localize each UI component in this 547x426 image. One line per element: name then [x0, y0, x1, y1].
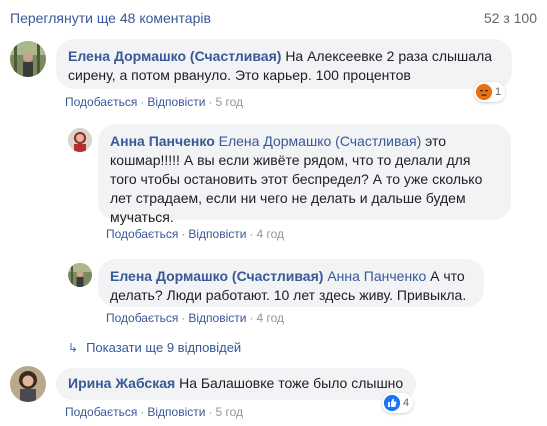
reply-link[interactable]: Відповісти — [147, 405, 205, 419]
reaction-count: 1 — [495, 86, 502, 98]
angry-icon — [476, 84, 492, 100]
reply-link[interactable]: Відповісти — [188, 227, 246, 241]
comment-text: На Балашовке тоже было слышно — [179, 375, 404, 391]
comment-bubble: Анна Панченко Елена Дормашко (Счастливая… — [98, 124, 511, 225]
comment-actions: Подобається · Відповісти · 5 год — [65, 95, 243, 109]
comment-bubble: Елена Дормашко (Счастливая) Анна Панченк… — [98, 259, 484, 307]
comment-actions: Подобається · Відповісти · 4 год — [106, 311, 284, 325]
comment-actions: Подобається · Відповісти · 4 год — [106, 227, 284, 241]
like-icon — [384, 395, 400, 411]
comment-author[interactable]: Елена Дормашко (Счастливая) — [68, 48, 281, 64]
avatar[interactable] — [68, 263, 92, 287]
comments-header: Переглянути ще 48 коментарів 52 з 100 — [10, 10, 537, 32]
timestamp[interactable]: 5 год — [215, 95, 243, 109]
reply-arrow-icon: ↳ — [68, 340, 79, 355]
comment-author[interactable]: Ирина Жабская — [68, 375, 175, 391]
separator: · — [208, 95, 213, 109]
separator: · — [249, 311, 254, 325]
avatar[interactable] — [10, 366, 46, 402]
separator: · — [181, 227, 186, 241]
like-link[interactable]: Подобається — [65, 405, 137, 419]
comment-bubble: Елена Дормашко (Счастливая) На Алексеевк… — [56, 39, 512, 89]
timestamp[interactable]: 4 год — [256, 227, 284, 241]
show-more-replies-link[interactable]: ↳ Показати ще 9 відповідей — [68, 340, 241, 355]
reply-link[interactable]: Відповісти — [147, 95, 205, 109]
comment-author[interactable]: Елена Дормашко (Счастливая) — [110, 268, 323, 284]
comments-counter: 52 з 100 — [483, 10, 537, 26]
reaction-badge[interactable]: 1 — [474, 82, 506, 102]
show-more-replies-label: Показати ще 9 відповідей — [86, 340, 242, 355]
separator: · — [140, 405, 145, 419]
comment-bubble: Ирина Жабская На Балашовке тоже было слы… — [56, 368, 416, 400]
separator: · — [208, 405, 213, 419]
avatar[interactable] — [10, 41, 46, 77]
like-link[interactable]: Подобається — [65, 95, 137, 109]
separator: · — [140, 95, 145, 109]
separator: · — [249, 227, 254, 241]
like-link[interactable]: Подобається — [106, 227, 178, 241]
mention-link[interactable]: Анна Панченко — [327, 268, 426, 284]
reply-link[interactable]: Відповісти — [188, 311, 246, 325]
like-link[interactable]: Подобається — [106, 311, 178, 325]
reaction-badge[interactable]: 4 — [382, 393, 414, 413]
timestamp[interactable]: 5 год — [215, 405, 243, 419]
comment-actions: Подобається · Відповісти · 5 год — [65, 405, 243, 419]
comment-author[interactable]: Анна Панченко — [110, 133, 215, 149]
timestamp[interactable]: 4 год — [256, 311, 284, 325]
separator: · — [181, 311, 186, 325]
reaction-count: 4 — [403, 397, 410, 409]
mention-link[interactable]: Елена Дормашко (Счастливая) — [219, 133, 422, 149]
avatar[interactable] — [68, 128, 92, 152]
view-more-comments-link[interactable]: Переглянути ще 48 коментарів — [10, 10, 211, 26]
